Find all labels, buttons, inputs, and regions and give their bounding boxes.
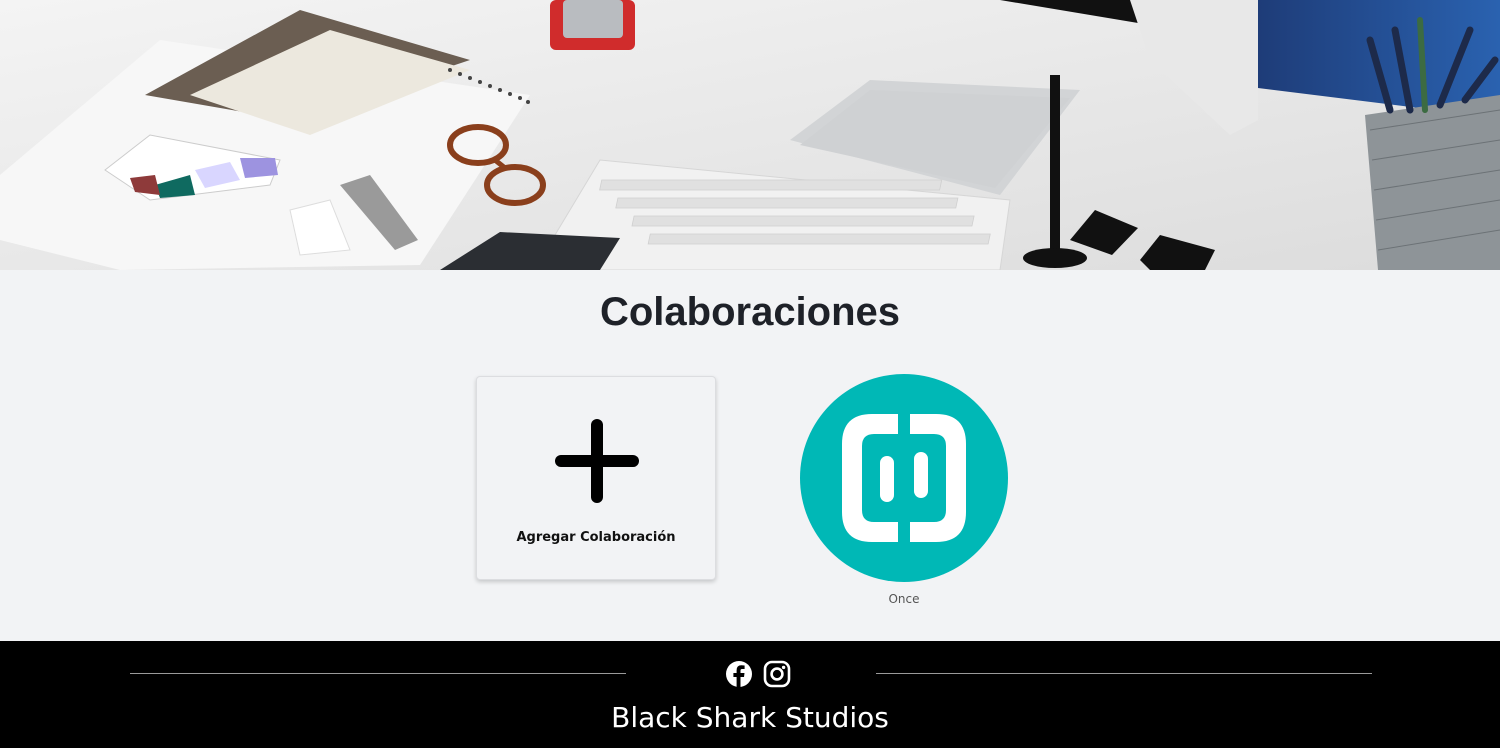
footer-divider-right [876,673,1372,674]
add-collaboration-card[interactable]: Agregar Colaboración [476,376,716,580]
footer: Black Shark Studios [0,641,1500,748]
main-content: Colaboraciones Agregar Colaboración Once [0,270,1500,641]
once-logo [800,374,1008,582]
hero-banner [0,0,1500,270]
add-collaboration-label: Agregar Colaboración [516,530,676,545]
plus-icon [555,419,639,503]
footer-divider-left [130,673,626,674]
footer-brand-name: Black Shark Studios [611,701,889,734]
page-title: Colaboraciones [599,290,901,334]
collaboration-item-once[interactable]: Once [800,374,1008,614]
collaboration-name: Once [888,592,920,606]
facebook-icon[interactable] [725,660,753,688]
desk-workspace-photo [0,0,1500,270]
instagram-icon[interactable] [763,660,791,688]
